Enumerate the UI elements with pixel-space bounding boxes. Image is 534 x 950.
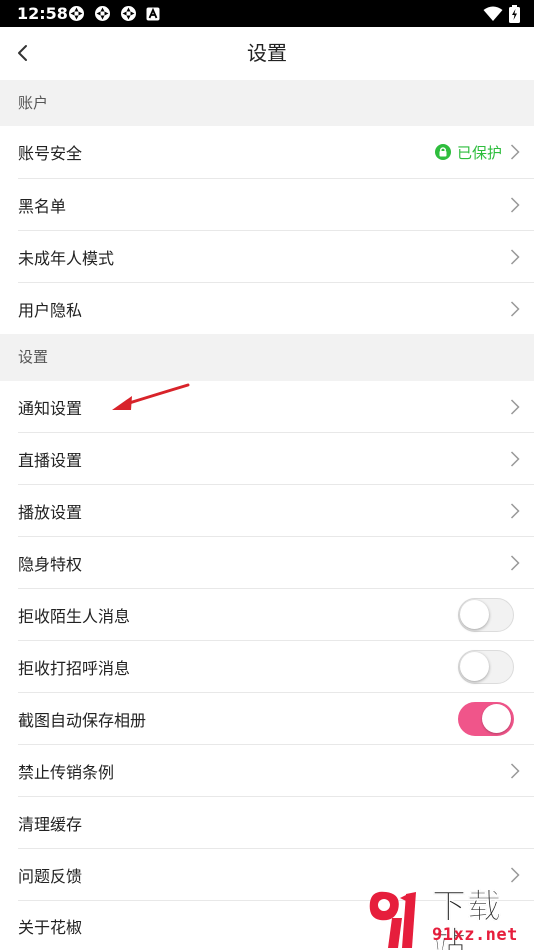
row-label: 拒收打招呼消息 (18, 658, 131, 678)
row-label: 问题反馈 (18, 866, 83, 886)
chevron-right-icon (510, 762, 520, 779)
toggle-knob (460, 599, 489, 629)
status-system-icons (483, 4, 520, 23)
row-label: 账号安全 (18, 144, 83, 163)
chevron-left-icon[interactable] (12, 42, 34, 64)
notification-icon (69, 6, 84, 21)
row-label: 截图自动保存相册 (18, 710, 147, 730)
toggle-knob (482, 703, 511, 733)
row-label: 清理缓存 (18, 814, 83, 834)
battery-charging-icon (509, 4, 520, 23)
row-blacklist[interactable]: 黑名单 (0, 179, 534, 231)
row-label: 直播设置 (18, 450, 83, 470)
chevron-right-icon (510, 196, 520, 213)
row-label: 隐身特权 (18, 554, 83, 574)
nav-bar: 设置 (0, 27, 534, 80)
a-letter-icon (146, 7, 160, 20)
chevron-right-icon (510, 554, 520, 571)
row-user-privacy[interactable]: 用户隐私 (0, 283, 534, 334)
chevron-right-icon (510, 866, 520, 883)
chevron-right-icon (510, 300, 520, 317)
row-reject-stranger-messages: 拒收陌生人消息 (0, 589, 534, 641)
chevron-right-icon (510, 144, 520, 160)
chevron-right-icon (510, 450, 520, 467)
row-live-settings[interactable]: 直播设置 (0, 433, 534, 485)
row-stealth-privilege[interactable]: 隐身特权 (0, 537, 534, 589)
row-label: 播放设置 (18, 502, 83, 522)
lock-icon (434, 144, 451, 160)
watermark-logo-icon (369, 891, 416, 948)
notification-icon (121, 6, 136, 21)
watermark: 下载站 91xz.net (362, 888, 534, 950)
row-label: 禁止传销条例 (18, 762, 115, 782)
toggle-knob (460, 651, 489, 681)
row-account-security[interactable]: 账号安全 已保护 (0, 126, 534, 179)
row-label: 关于花椒 (18, 917, 83, 937)
status-bar: 12:58 (0, 0, 534, 27)
row-anti-pyramid-rules[interactable]: 禁止传销条例 (0, 745, 534, 797)
chevron-right-icon (510, 398, 520, 415)
row-playback-settings[interactable]: 播放设置 (0, 485, 534, 537)
row-minor-mode[interactable]: 未成年人模式 (0, 231, 534, 283)
watermark-domain: 91xz.net (432, 925, 518, 945)
row-label: 通知设置 (18, 398, 83, 418)
section-header-account: 账户 (0, 80, 534, 126)
row-clear-cache[interactable]: 清理缓存 (0, 797, 534, 849)
section-header-settings: 设置 (0, 334, 534, 381)
page-title: 设置 (247, 41, 287, 65)
row-label: 未成年人模式 (18, 248, 115, 268)
chevron-right-icon (510, 502, 520, 519)
notification-icon (95, 6, 110, 21)
row-notification-settings[interactable]: 通知设置 (0, 381, 534, 433)
protected-status-text: 已保护 (456, 143, 502, 162)
chevron-right-icon (510, 248, 520, 265)
row-label: 用户隐私 (18, 300, 83, 320)
reject-greeting-messages-toggle[interactable] (458, 649, 514, 684)
protected-status-badge: 已保护 (434, 126, 502, 178)
auto-save-screenshots-toggle[interactable] (458, 701, 514, 736)
row-label: 拒收陌生人消息 (18, 606, 131, 626)
wifi-icon (483, 6, 503, 21)
row-label: 黑名单 (18, 196, 67, 216)
row-reject-greeting-messages: 拒收打招呼消息 (0, 641, 534, 693)
row-auto-save-screenshots: 截图自动保存相册 (0, 693, 534, 745)
reject-stranger-messages-toggle[interactable] (458, 597, 514, 632)
status-notification-icons (68, 5, 160, 22)
status-time: 12:58 (17, 4, 68, 23)
